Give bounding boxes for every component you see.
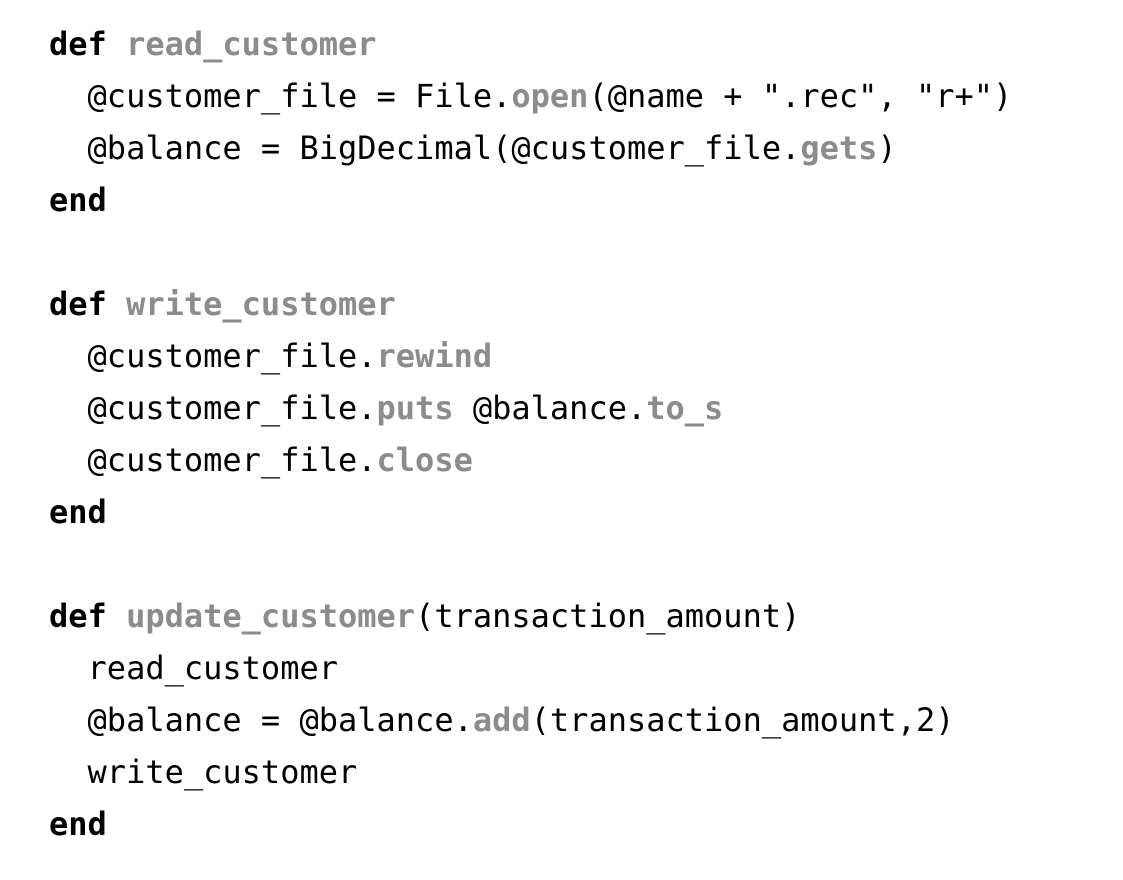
- code-token-method: to_s: [646, 389, 724, 427]
- code-token-plain: @customer_file.: [87, 337, 377, 375]
- code-line: @balance = BigDecimal(@customer_file.get…: [49, 122, 1109, 174]
- code-token-keyword: def: [49, 25, 107, 63]
- code-token-indent: [49, 389, 88, 427]
- code-token-indent: [49, 441, 88, 479]
- code-token-indent: [49, 129, 88, 167]
- code-token-plain: @customer_file.: [87, 389, 377, 427]
- code-line: @balance = @balance.add(transaction_amou…: [49, 694, 1109, 746]
- code-token-keyword: end: [49, 493, 107, 531]
- code-line: def write_customer: [49, 278, 1109, 330]
- code-token-plain: @customer_file = File.: [87, 77, 512, 115]
- code-line: @customer_file = File.open(@name + ".rec…: [49, 70, 1109, 122]
- code-token-plain: @balance.: [453, 389, 647, 427]
- code-token-method: rewind: [376, 337, 493, 375]
- code-token-plain: ): [877, 129, 897, 167]
- code-token-plain: read_customer: [87, 649, 338, 687]
- code-token-plain: @customer_file.: [87, 441, 377, 479]
- code-token-method: update_customer: [126, 597, 416, 635]
- code-token-indent: [49, 649, 88, 687]
- code-line: def read_customer: [49, 18, 1109, 70]
- code-token-indent: [49, 337, 88, 375]
- code-token-plain: (transaction_amount,2): [530, 701, 955, 739]
- code-token-method: add: [472, 701, 531, 739]
- code-line: end: [49, 798, 1109, 850]
- code-token-method: write_customer: [126, 285, 396, 323]
- code-token-plain: @balance = BigDecimal(@customer_file.: [87, 129, 801, 167]
- code-token-keyword: def: [49, 285, 107, 323]
- code-token-keyword: end: [49, 181, 107, 219]
- code-snippet-page: def read_customer @customer_file = File.…: [0, 0, 1123, 880]
- code-token-indent: [49, 753, 88, 791]
- code-token-method: open: [511, 77, 589, 115]
- code-token-keyword: def: [49, 597, 107, 635]
- code-line: @customer_file.close: [49, 434, 1109, 486]
- code-token-method: read_customer: [126, 25, 377, 63]
- code-token-method: puts: [376, 389, 454, 427]
- code-line: def update_customer(transaction_amount): [49, 590, 1109, 642]
- code-token-plain: (transaction_amount): [415, 597, 801, 635]
- code-line: end: [49, 174, 1109, 226]
- code-line: end: [49, 486, 1109, 538]
- code-token-indent: [49, 701, 88, 739]
- code-token-method: close: [376, 441, 473, 479]
- code-line: read_customer: [49, 642, 1109, 694]
- code-token-plain: write_customer: [87, 753, 358, 791]
- code-token-plain: (@name + ".rec", "r+"): [588, 77, 1013, 115]
- code-line: write_customer: [49, 746, 1109, 798]
- code-line: @customer_file.puts @balance.to_s: [49, 382, 1109, 434]
- code-block[interactable]: def read_customer @customer_file = File.…: [49, 18, 1109, 850]
- code-token-indent: [49, 77, 88, 115]
- code-token-method: gets: [800, 129, 878, 167]
- code-token-keyword: end: [49, 805, 107, 843]
- code-token-plain: @balance = @balance.: [87, 701, 473, 739]
- code-line: @customer_file.rewind: [49, 330, 1109, 382]
